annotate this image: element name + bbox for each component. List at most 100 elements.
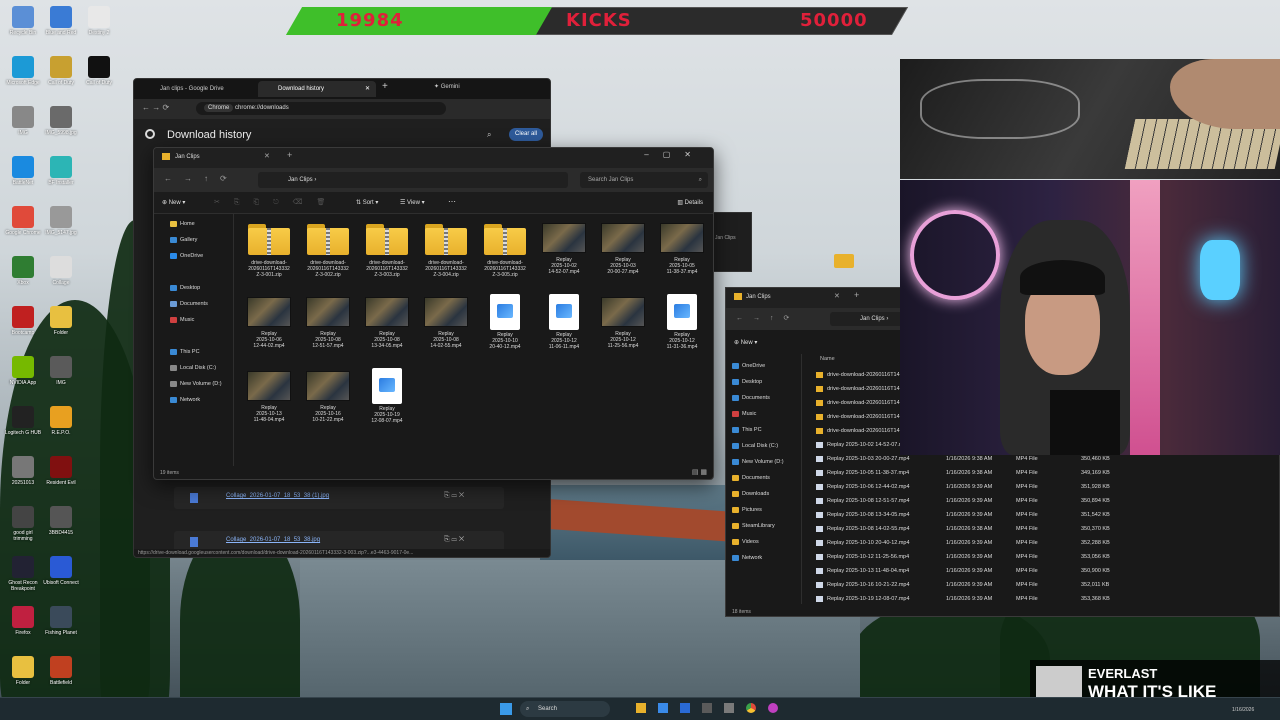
nav-arrows[interactable]: ←→↑⟳ — [736, 314, 799, 322]
app-taskbar-icon[interactable] — [768, 703, 778, 713]
address-bar[interactable]: Chrome chrome://downloads — [196, 102, 446, 115]
nav-arrows[interactable]: ←→↑⟳ — [164, 174, 239, 183]
edit-actions[interactable]: ✂⎘⎗⎋⌫🗑 — [214, 198, 339, 207]
file-item[interactable]: Replay 2025-10-08 13-34-05.mp4 — [360, 292, 414, 349]
desktop-icon[interactable]: Ghost Recon Breakpoint — [4, 556, 42, 592]
desktop-icon[interactable]: Folder — [42, 306, 80, 336]
app-taskbar-icon[interactable] — [724, 703, 734, 713]
desktop-icon[interactable]: good girl trimming — [4, 506, 42, 542]
desktop-icon[interactable]: Firefox — [4, 606, 42, 636]
desktop-icon[interactable]: Blue and Red — [42, 6, 80, 36]
download-actions[interactable]: ⎘ ▭ ✕ — [444, 536, 464, 544]
nav-item[interactable]: Music — [168, 314, 230, 326]
taskbar-search[interactable]: ⌕ Search — [520, 701, 610, 717]
nav-item[interactable]: OneDrive — [168, 250, 230, 262]
table-row[interactable]: Replay 2025-10-13 11-48-04.mp4 1/16/2026 … — [816, 564, 1276, 578]
file-item[interactable]: Replay 2025-10-10 20-40-12.mp4 — [478, 292, 532, 350]
download-link[interactable]: Collage_2026-01-07_18_53_38.jpg — [226, 537, 320, 543]
tab-google-drive[interactable]: Jan clips - Google Drive — [140, 81, 252, 97]
nav-item[interactable]: This PC — [168, 346, 230, 358]
desktop-icon[interactable]: 20251013 — [4, 456, 42, 486]
table-row[interactable]: Replay 2025-10-06 12-44-02.mp4 1/16/2026 … — [816, 480, 1276, 494]
file-item[interactable]: Replay 2025-10-12 11-06-11.mp4 — [537, 292, 591, 350]
desktop-icon[interactable]: Logitech G HUB — [4, 406, 42, 436]
file-item[interactable]: Replay 2025-10-06 12-44-02.mp4 — [242, 292, 296, 349]
desktop-icon[interactable]: Recycle Bin — [4, 6, 42, 36]
table-row[interactable]: Replay 2025-10-16 10-21-22.mp4 1/16/2026 … — [816, 578, 1276, 592]
file-item[interactable]: drive-download- 20260116T143332 Z-3-001.zi… — [242, 218, 296, 278]
nav-item[interactable]: Network — [168, 394, 230, 406]
desktop-icon[interactable]: BF Installer — [42, 156, 80, 186]
new-tab-icon[interactable]: + — [382, 81, 388, 92]
desktop-icon[interactable]: Ubisoft Connect — [42, 556, 80, 586]
table-row[interactable]: Replay 2025-10-08 13-34-05.mp4 1/16/2026 … — [816, 508, 1276, 522]
close-tab-icon[interactable]: ✕ — [834, 292, 840, 300]
desktop-icon[interactable]: IMG_5147.jpg — [42, 206, 80, 236]
nav-item[interactable]: Home — [168, 218, 230, 230]
start-icon[interactable] — [500, 703, 512, 715]
store-taskbar-icon[interactable] — [680, 703, 690, 713]
download-actions[interactable]: ⎘ ▭ ✕ — [444, 492, 464, 500]
desktop-icon[interactable]: Bootcamp — [4, 306, 42, 336]
nav-item[interactable]: Documents — [168, 298, 230, 310]
nav-item[interactable]: Desktop — [168, 282, 230, 294]
new-button[interactable]: ⊕ New ▾ — [162, 199, 185, 206]
column-header-name[interactable]: Name — [820, 356, 835, 362]
file-item[interactable]: drive-download- 20260116T143332 Z-3-003.zi… — [360, 218, 414, 278]
back-icon[interactable]: ← → ⟳ — [142, 103, 169, 112]
view-button[interactable]: ☰ View ▾ — [400, 199, 425, 206]
table-row[interactable]: Replay 2025-10-12 11-25-56.mp4 1/16/2026 … — [816, 550, 1276, 564]
desktop-icon[interactable]: Xbox — [4, 256, 42, 286]
desktop-icon[interactable]: Microsoft Edge — [4, 56, 42, 86]
table-row[interactable]: Replay 2025-10-08 14-02-55.mp4 1/16/2026 … — [816, 522, 1276, 536]
table-row[interactable]: Replay 2025-10-19 12-08-07.mp4 1/16/2026 … — [816, 592, 1276, 606]
breadcrumb[interactable]: Jan Clips › — [258, 172, 568, 188]
file-item[interactable]: Replay 2025-10-12 11-25-56.mp4 — [596, 292, 650, 349]
clear-all-button[interactable]: Clear all — [509, 128, 543, 141]
nav-item[interactable]: Local Disk (C:) — [168, 362, 230, 374]
table-row[interactable]: Replay 2025-10-08 12-51-57.mp4 1/16/2026 … — [816, 494, 1276, 508]
app-taskbar-icon[interactable] — [702, 703, 712, 713]
file-item[interactable]: Replay 2025-10-05 11-38-37.mp4 — [655, 218, 709, 275]
close-tab-icon[interactable]: ✕ — [264, 152, 270, 160]
file-item[interactable]: Replay 2025-10-03 20-00-27.mp4 — [596, 218, 650, 275]
mini-window[interactable]: Jan Clips — [712, 212, 752, 272]
details-button[interactable]: ▥ Details — [677, 199, 703, 206]
nav-item[interactable]: New Volume (D:) — [168, 378, 230, 390]
desktop-icon[interactable]: NVIDIA App — [4, 356, 42, 386]
file-item[interactable]: Replay 2025-10-02 14-52-07.mp4 — [537, 218, 591, 275]
nav-item[interactable]: Gallery — [168, 234, 230, 246]
search-icon[interactable]: ⌕ — [487, 130, 491, 140]
desktop-icon[interactable]: BattleNet — [4, 156, 42, 186]
desktop-icon[interactable]: R.E.P.O. — [42, 406, 80, 436]
desktop-icon[interactable]: 3BBD4415 — [42, 506, 80, 536]
desktop-icon[interactable]: IMG — [42, 356, 80, 386]
edge-taskbar-icon[interactable] — [658, 703, 668, 713]
desktop-icon[interactable]: Fishing Planet — [42, 606, 80, 636]
desktop-icon[interactable]: Collage — [42, 256, 80, 286]
file-item[interactable]: drive-download- 20260116T143332 Z-3-002.zi… — [301, 218, 355, 278]
desktop-folder-icon[interactable] — [834, 254, 854, 268]
file-item[interactable]: Replay 2025-10-08 12-51-57.mp4 — [301, 292, 355, 349]
search-input[interactable]: Search Jan Clips ⌕ — [580, 172, 708, 188]
file-item[interactable]: drive-download- 20260116T143332 Z-3-004.zi… — [419, 218, 473, 278]
desktop-icon[interactable]: Destiny 2 — [80, 6, 118, 36]
desktop-icon[interactable]: Google Chrome — [4, 206, 42, 236]
file-item[interactable]: Replay 2025-10-13 11-48-04.mp4 — [242, 366, 296, 423]
file-item[interactable]: Replay 2025-10-08 14-02-55.mp4 — [419, 292, 473, 349]
window-controls[interactable]: –▢✕ — [644, 150, 705, 159]
chrome-taskbar-icon[interactable] — [746, 703, 756, 713]
view-toggle-icons[interactable]: ▤ ▦ — [692, 468, 707, 476]
sort-button[interactable]: ⇅ Sort ▾ — [356, 199, 378, 206]
desktop-icon[interactable]: IMG — [4, 106, 42, 136]
table-row[interactable]: Replay 2025-10-05 11-38-37.mp4 1/16/2026 … — [816, 466, 1276, 480]
desktop-icon[interactable]: Battlefield — [42, 656, 80, 686]
new-tab-icon[interactable]: + — [854, 290, 859, 300]
file-item[interactable]: Replay 2025-10-12 11-31-36.mp4 — [655, 292, 709, 350]
desktop-icon[interactable]: Call of Duty — [80, 56, 118, 86]
desktop-icon[interactable]: IMG_5998.jpg — [42, 106, 80, 136]
new-tab-icon[interactable]: + — [287, 150, 292, 160]
file-item[interactable]: Replay 2025-10-19 12-08-07.mp4 — [360, 366, 414, 424]
gemini-button[interactable]: ✦ Gemini — [434, 83, 460, 90]
desktop-icon[interactable]: Resident Evil — [42, 456, 80, 486]
